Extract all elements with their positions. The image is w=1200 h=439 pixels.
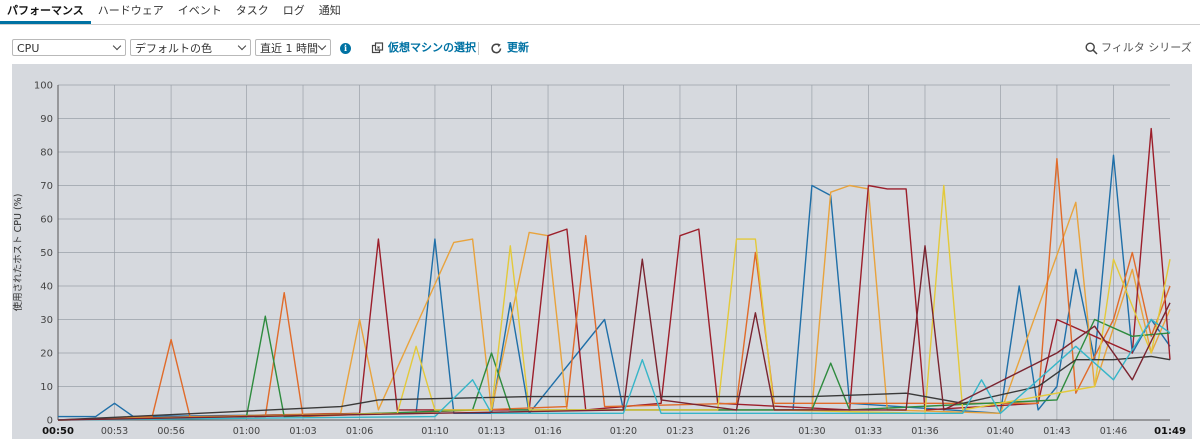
x-tick-label: 01:06 (346, 426, 373, 437)
x-tick-label: 01:36 (911, 426, 938, 437)
y-tick-label: 100 (34, 81, 53, 92)
y-tick-label: 30 (40, 315, 53, 326)
x-tick-label: 01:00 (233, 426, 260, 437)
toolbar-divider (478, 42, 479, 55)
vm-select-icon (371, 42, 384, 54)
chevron-down-icon (112, 41, 122, 51)
x-tick-label: 01:23 (666, 426, 693, 437)
refresh-label: 更新 (507, 41, 529, 54)
tab-hardware[interactable]: ハードウェア (91, 0, 171, 22)
y-tick-label: 70 (40, 181, 53, 192)
cpu-line-chart[interactable]: 0 10 20 30 40 50 60 70 80 90 100 00:50 00:53 00:56 01:… (12, 64, 1192, 439)
chevron-down-icon (237, 41, 247, 51)
select-vm-button[interactable]: 仮想マシンの選択 (371, 40, 476, 56)
tab-logs[interactable]: ログ (276, 0, 312, 22)
y-tick-label: 10 (40, 382, 53, 393)
y-tick-label: 90 (40, 114, 53, 125)
x-tick-label: 00:50 (42, 426, 74, 437)
x-tick-label: 00:56 (157, 426, 184, 437)
y-tick-label: 20 (40, 349, 53, 360)
info-icon[interactable]: i (340, 43, 351, 54)
time-range-select[interactable]: 直近 1 時間 (255, 39, 331, 56)
y-axis-label: 使用されたホスト CPU (%) (12, 194, 24, 312)
x-tick-label: 01:30 (798, 426, 825, 437)
tab-notifications[interactable]: 通知 (312, 0, 348, 22)
x-tick-label: 01:43 (1043, 426, 1070, 437)
tab-events[interactable]: イベント (171, 0, 229, 22)
tab-bar: パフォーマンス ハードウェア イベント タスク ログ 通知 (0, 0, 1200, 25)
metric-select-value: CPU (17, 42, 40, 55)
x-tick-label: 01:10 (421, 426, 448, 437)
metric-select[interactable]: CPU (12, 39, 126, 56)
y-tick-label: 80 (40, 148, 53, 159)
y-tick-label: 60 (40, 215, 53, 226)
x-tick-label: 01:40 (987, 426, 1014, 437)
time-range-select-value: 直近 1 時間 (260, 42, 318, 55)
x-tick-label: 01:16 (534, 426, 561, 437)
x-tick-label: 01:20 (610, 426, 637, 437)
x-tick-label: 01:26 (723, 426, 750, 437)
toolbar: CPU デフォルトの色 直近 1 時間 i 仮想マシンの選択 更新 フィルタ シ… (0, 36, 1200, 60)
y-tick-label: 40 (40, 282, 53, 293)
select-vm-label: 仮想マシンの選択 (388, 41, 476, 54)
x-tick-label: 01:13 (478, 426, 505, 437)
cpu-chart-panel: 0 10 20 30 40 50 60 70 80 90 100 00:50 00:53 00:56 01:… (12, 64, 1192, 439)
y-tick-label: 0 (47, 416, 53, 427)
color-select[interactable]: デフォルトの色 (130, 39, 251, 56)
color-select-value: デフォルトの色 (135, 42, 212, 55)
x-tick-label: 01:46 (1100, 426, 1127, 437)
x-tick-label: 01:49 (1154, 426, 1186, 437)
x-tick-label: 00:53 (101, 426, 128, 437)
x-tick-label: 01:03 (289, 426, 316, 437)
search-icon (1085, 42, 1098, 55)
refresh-button[interactable]: 更新 (491, 40, 529, 56)
filter-series-placeholder: フィルタ シリーズ (1101, 41, 1192, 54)
x-tick-label: 01:33 (855, 426, 882, 437)
chevron-down-icon (317, 41, 327, 51)
tab-performance[interactable]: パフォーマンス (0, 0, 91, 24)
filter-series-input[interactable]: フィルタ シリーズ (1082, 39, 1194, 57)
tab-tasks[interactable]: タスク (229, 0, 276, 22)
y-tick-label: 50 (40, 248, 53, 259)
refresh-icon (491, 43, 502, 54)
